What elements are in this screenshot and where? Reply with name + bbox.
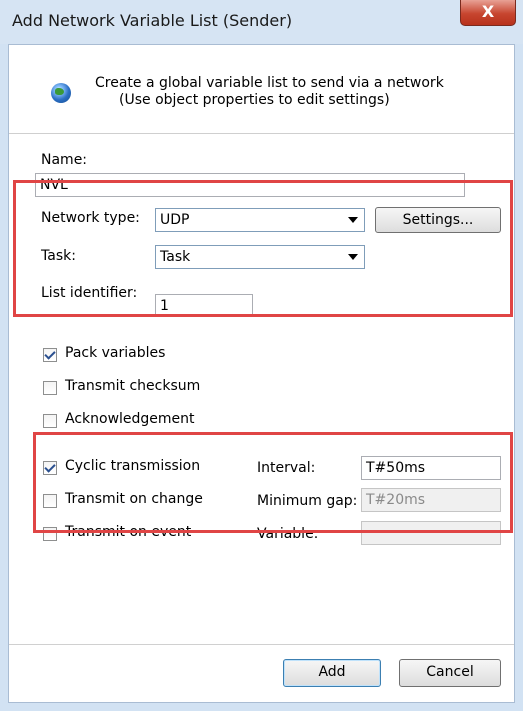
network-type-value: UDP (160, 212, 190, 228)
title-bar[interactable]: Add Network Variable List (Sender) X (0, 0, 523, 44)
chevron-down-icon (348, 254, 358, 260)
interval-label: Interval: (257, 460, 316, 476)
transmit-on-change-checkbox[interactable] (43, 494, 57, 508)
chevron-down-icon (348, 217, 358, 223)
list-identifier-label: List identifier: (41, 285, 138, 301)
task-dropdown[interactable]: Task (155, 245, 365, 269)
interval-input[interactable]: T#50ms (361, 456, 501, 480)
transmit-on-change-label: Transmit on change (65, 491, 203, 507)
acknowledgement-checkbox[interactable] (43, 414, 57, 428)
task-label: Task: (41, 248, 76, 264)
footer-separator (9, 644, 514, 645)
list-identifier-input[interactable]: 1 (155, 294, 253, 317)
dialog-header: Create a global variable list to send vi… (9, 45, 514, 133)
transmit-on-event-checkbox[interactable] (43, 527, 57, 541)
minimum-gap-input[interactable]: T#20ms (361, 488, 501, 512)
pack-variables-label: Pack variables (65, 345, 166, 361)
add-button[interactable]: Add (283, 659, 381, 687)
transmit-on-event-label: Transmit on event (65, 524, 192, 540)
variable-input[interactable] (361, 521, 501, 545)
settings-button[interactable]: Settings... (375, 207, 501, 233)
task-value: Task (160, 249, 191, 265)
globe-icon (51, 83, 71, 103)
close-icon: X (481, 2, 495, 21)
header-description: Create a global variable list to send vi… (95, 75, 495, 109)
name-value: NVL (40, 177, 68, 193)
dialog-window: Add Network Variable List (Sender) X Cre… (0, 0, 523, 711)
list-identifier-value: 1 (160, 298, 169, 314)
dialog-client-area: Create a global variable list to send vi… (8, 44, 515, 703)
header-line-2: (Use object properties to edit settings) (119, 92, 390, 108)
minimum-gap-label: Minimum gap: (257, 493, 358, 509)
close-button[interactable]: X (460, 0, 516, 26)
interval-value: T#50ms (366, 460, 426, 476)
name-label: Name: (41, 152, 88, 168)
header-line-1: Create a global variable list to send vi… (95, 75, 444, 91)
variable-label: Variable: (257, 526, 319, 542)
pack-variables-checkbox[interactable] (43, 348, 57, 362)
transmit-checksum-label: Transmit checksum (65, 378, 201, 394)
acknowledgement-label: Acknowledgement (65, 411, 195, 427)
highlight-box-transmission (33, 432, 513, 533)
network-type-label: Network type: (41, 210, 140, 226)
cancel-button[interactable]: Cancel (399, 659, 501, 687)
cyclic-transmission-label: Cyclic transmission (65, 458, 201, 474)
name-input[interactable]: NVL (35, 173, 465, 197)
minimum-gap-value: T#20ms (366, 492, 426, 508)
cyclic-transmission-checkbox[interactable] (43, 461, 57, 475)
transmit-checksum-checkbox[interactable] (43, 381, 57, 395)
header-separator (9, 133, 514, 134)
window-title: Add Network Variable List (Sender) (12, 11, 293, 30)
network-type-dropdown[interactable]: UDP (155, 208, 365, 232)
